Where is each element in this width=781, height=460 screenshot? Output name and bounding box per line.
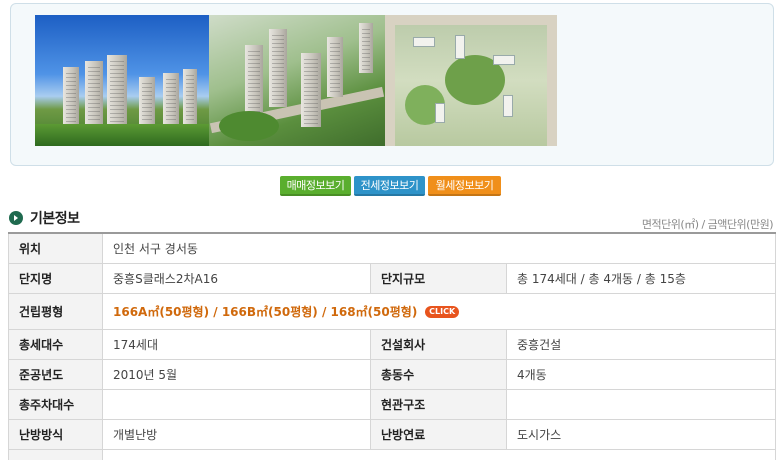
buildings-label: 총동수 bbox=[370, 358, 507, 390]
table-row: 위치 인천 서구 경서동 bbox=[8, 232, 777, 264]
completion-label: 준공년도 bbox=[8, 358, 103, 390]
table-row: 총세대수 174세대 건설회사 중흥건설 bbox=[8, 328, 777, 360]
completion-value: 2010년 5월 bbox=[102, 358, 371, 390]
sale-info-button[interactable]: 매매정보보기 bbox=[280, 176, 351, 196]
table-row: 단지명 중흥S클래스2차A16 단지규모 총 174세대 / 총 4개동 / 총… bbox=[8, 262, 777, 294]
table-row: 난방방식 개별난방 난방연료 도시가스 bbox=[8, 418, 777, 450]
builder-value: 중흥건설 bbox=[505, 328, 777, 360]
info-button-row: 매매정보보기 전세정보보기 월세정보보기 bbox=[280, 176, 501, 196]
photo-gallery bbox=[10, 3, 774, 166]
aerial-photo[interactable] bbox=[209, 15, 385, 146]
table-row: 총주차대수 현관구조 bbox=[8, 388, 777, 420]
unit-note: 면적단위(㎡) / 금액단위(만원) bbox=[641, 218, 774, 231]
entrance-label: 현관구조 bbox=[370, 388, 507, 420]
photo-strip bbox=[35, 15, 557, 146]
arrow-bullet-icon bbox=[9, 211, 23, 225]
section-header: 기본정보 bbox=[9, 208, 80, 228]
entrance-value bbox=[505, 388, 777, 420]
households-value: 174세대 bbox=[102, 328, 371, 360]
next-row-value bbox=[101, 448, 777, 460]
table-row: 건립평형 166A㎡(50평형) / 166B㎡(50평형) / 168㎡(50… bbox=[8, 292, 777, 330]
heating-method-label: 난방방식 bbox=[8, 418, 103, 450]
builder-label: 건설회사 bbox=[370, 328, 507, 360]
households-label: 총세대수 bbox=[8, 328, 103, 360]
area-label: 건립평형 bbox=[8, 292, 103, 330]
table-row bbox=[8, 448, 777, 460]
wolse-info-button[interactable]: 월세정보보기 bbox=[428, 176, 501, 196]
basic-info-table: 위치 인천 서구 경서동 단지명 중흥S클래스2차A16 단지규모 총 174세… bbox=[8, 232, 777, 460]
complex-scale-label: 단지규모 bbox=[370, 262, 507, 294]
heating-method-value: 개별난방 bbox=[102, 418, 371, 450]
next-row-label bbox=[8, 448, 103, 460]
complex-scale-value: 총 174세대 / 총 4개동 / 총 15층 bbox=[505, 262, 777, 294]
area-value[interactable]: 166A㎡(50평형) / 166B㎡(50평형) / 168㎡(50평형) bbox=[113, 305, 417, 319]
location-label: 위치 bbox=[8, 232, 103, 264]
buildings-value: 4개동 bbox=[505, 358, 777, 390]
table-row: 준공년도 2010년 5월 총동수 4개동 bbox=[8, 358, 777, 390]
exterior-photo[interactable] bbox=[35, 15, 209, 146]
parking-label: 총주차대수 bbox=[8, 388, 103, 420]
complex-name-label: 단지명 bbox=[8, 262, 103, 294]
jeonse-info-button[interactable]: 전세정보보기 bbox=[354, 176, 425, 196]
site-plan-photo[interactable] bbox=[385, 15, 557, 146]
heating-fuel-value: 도시가스 bbox=[505, 418, 777, 450]
area-value-cell: 166A㎡(50평형) / 166B㎡(50평형) / 168㎡(50평형) C… bbox=[101, 292, 777, 330]
heating-fuel-label: 난방연료 bbox=[370, 418, 507, 450]
parking-value bbox=[102, 388, 371, 420]
section-title: 기본정보 bbox=[30, 211, 80, 227]
location-value: 인천 서구 경서동 bbox=[101, 232, 777, 264]
complex-name-value: 중흥S클래스2차A16 bbox=[102, 262, 371, 294]
click-badge[interactable]: CLICK bbox=[425, 306, 460, 318]
